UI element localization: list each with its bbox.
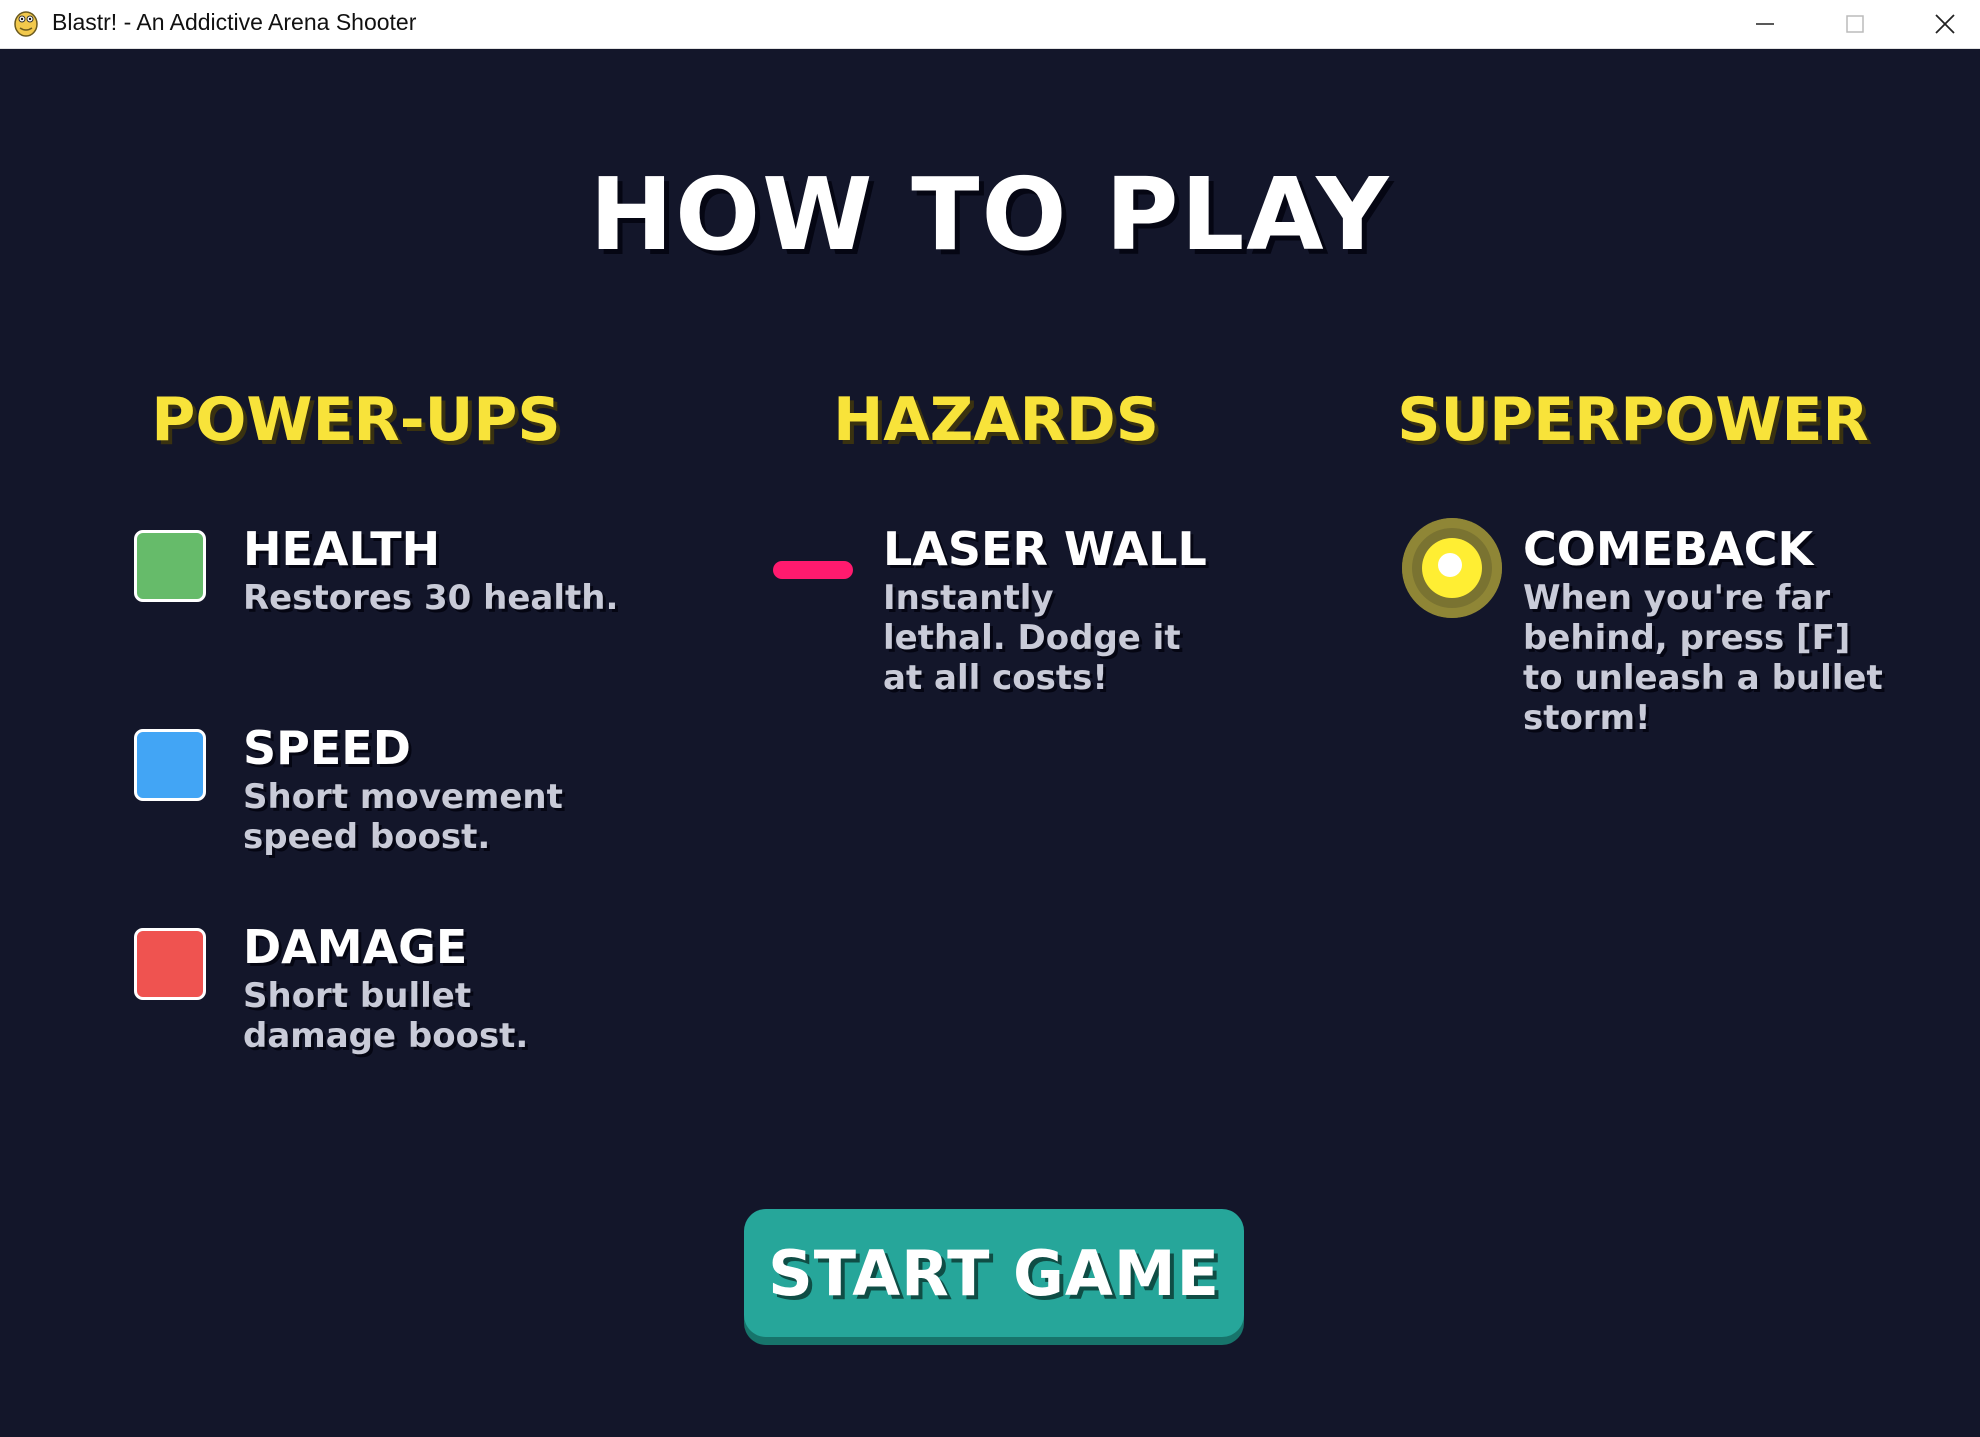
comeback-description: When you're far behind, press [F] to unl…: [1523, 578, 1883, 738]
damage-name: DAMAGE: [243, 920, 468, 974]
laser-wall-name: LASER WALL: [883, 522, 1207, 576]
maximize-button[interactable]: [1810, 0, 1900, 48]
start-game-button[interactable]: START GAME: [744, 1209, 1244, 1337]
laser-wall-icon: [773, 561, 853, 579]
close-button[interactable]: [1900, 0, 1980, 48]
laser-wall-description: Instantly lethal. Dodge it at all costs!: [883, 578, 1181, 698]
damage-description: Short bullet damage boost.: [243, 976, 529, 1056]
speed-description: Short movement speed boost.: [243, 777, 563, 857]
health-name: HEALTH: [243, 522, 441, 576]
damage-powerup-icon: [134, 928, 206, 1000]
minimize-icon: [1756, 23, 1774, 25]
page-title: HOW TO PLAY: [589, 156, 1391, 273]
speed-name: SPEED: [243, 721, 411, 775]
speed-powerup-icon: [134, 729, 206, 801]
powerups-heading: POWER-UPS: [151, 385, 561, 455]
close-icon: [1935, 14, 1955, 34]
minimize-button[interactable]: [1720, 0, 1810, 48]
hazards-heading: HAZARDS: [833, 385, 1159, 455]
comeback-orb-icon: [1402, 518, 1502, 618]
health-description: Restores 30 health.: [243, 578, 619, 618]
python-icon: [14, 11, 38, 37]
window-title: Blastr! - An Addictive Arena Shooter: [52, 9, 417, 35]
superpower-heading: SUPERPOWER: [1397, 385, 1869, 455]
window-titlebar: Blastr! - An Addictive Arena Shooter: [0, 0, 1980, 49]
maximize-icon: [1846, 15, 1864, 33]
start-game-label: START GAME: [768, 1236, 1220, 1310]
orb-glint: [1438, 553, 1462, 577]
comeback-name: COMEBACK: [1523, 522, 1814, 576]
health-powerup-icon: [134, 530, 206, 602]
